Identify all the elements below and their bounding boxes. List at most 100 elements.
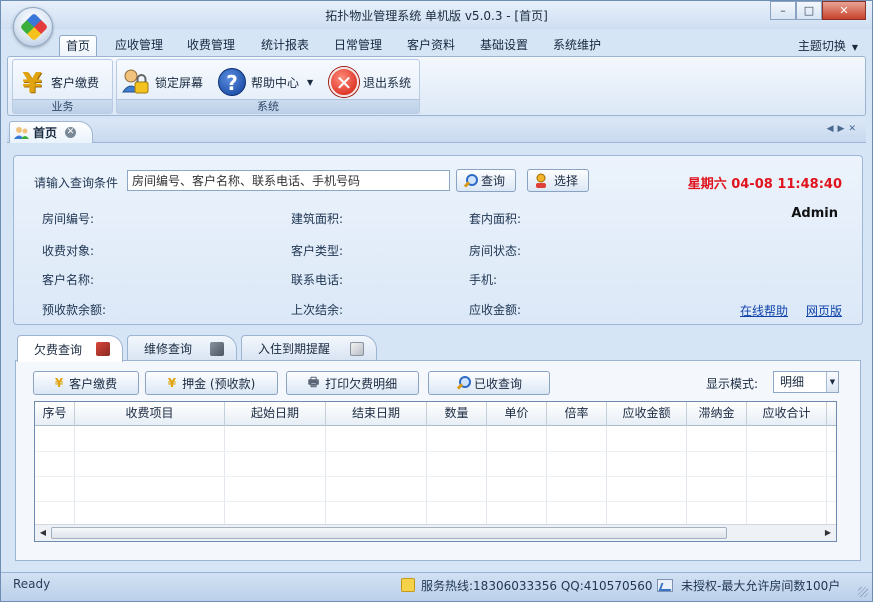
- chevron-down-icon: ▼: [851, 43, 858, 52]
- current-user: Admin: [791, 206, 838, 221]
- column-header[interactable]: 起始日期: [225, 402, 326, 426]
- chart-icon: [657, 578, 673, 592]
- customer-pay-button[interactable]: ¥ 客户缴费: [33, 371, 139, 395]
- display-mode-select[interactable]: 明细 ▼: [773, 371, 839, 393]
- search-input[interactable]: [127, 170, 450, 191]
- column-header[interactable]: 滞纳金: [687, 402, 747, 426]
- lock-screen-label: 锁定屏幕: [155, 75, 204, 90]
- menu-tab-reports[interactable]: 统计报表: [255, 35, 315, 57]
- menu-tab-maintenance[interactable]: 系统维护: [547, 35, 607, 57]
- receivable-label: 应收金额:: [469, 303, 522, 317]
- arrears-grid: 序号 收费项目 起始日期 结束日期 数量 单价 倍率 应收金额 滞纳金 应收合计: [34, 401, 837, 542]
- tab-scroll-arrows[interactable]: ◀▶✕: [827, 124, 860, 134]
- lock-screen-button[interactable]: 锁定屏幕: [121, 64, 203, 100]
- doc-tab-home[interactable]: 首页 ✕: [9, 121, 93, 143]
- deposit-button-label: 押金 (预收款): [182, 376, 256, 391]
- print-arrears-button[interactable]: 🖶 打印欠费明细: [286, 371, 419, 395]
- select-button[interactable]: 选择: [527, 169, 590, 192]
- collected-query-label: 已收查询: [473, 376, 522, 391]
- menu-tab-settings[interactable]: 基础设置: [474, 35, 534, 57]
- column-header[interactable]: 序号: [35, 402, 75, 426]
- customer-pay-label: 客户缴费: [51, 75, 100, 90]
- current-datetime: 星期六 04-08 11:48:40: [687, 177, 842, 192]
- home-users-icon: [14, 126, 30, 140]
- column-header[interactable]: 单价: [487, 402, 547, 426]
- exit-icon: ✕: [329, 67, 359, 97]
- menu-tab-receivable[interactable]: 应收管理: [109, 35, 169, 57]
- column-header[interactable]: 数量: [427, 402, 487, 426]
- ribbon: ¥ 客户缴费 业务 锁定屏幕 ? 帮助中心 ▼ ✕ 退出系统 系统: [7, 56, 866, 116]
- online-help-link[interactable]: 在线帮助: [740, 302, 788, 319]
- license-text: 未授权-最大允许房间数100户: [681, 578, 841, 593]
- query-label: 请输入查询条件: [34, 176, 119, 190]
- last-balance-label: 上次结余:: [291, 303, 344, 317]
- tab-checkin-label: 入住到期提醒: [258, 342, 331, 356]
- scroll-left-icon[interactable]: ◀: [37, 527, 49, 539]
- room-no-label: 房间编号:: [42, 212, 95, 226]
- column-header[interactable]: 应收金额: [607, 402, 687, 426]
- deposit-button[interactable]: ¥ 押金 (预收款): [145, 371, 278, 395]
- calendar-clock-icon: [350, 342, 364, 356]
- prepaid-balance-label: 预收款余额:: [42, 303, 107, 317]
- column-header[interactable]: 倍率: [547, 402, 607, 426]
- theme-switch-menu[interactable]: 主题切换 ▼: [798, 37, 858, 54]
- theme-switch-label: 主题切换: [797, 39, 846, 53]
- customer-name-label: 客户名称:: [42, 273, 95, 287]
- arrears-query-panel: ¥ 客户缴费 ¥ 押金 (预收款) 🖶 打印欠费明细 已收查询 显示模式: 明细…: [15, 360, 861, 561]
- close-button[interactable]: ✕: [822, 1, 866, 20]
- help-center-label: 帮助中心: [251, 75, 300, 90]
- exit-system-button[interactable]: ✕ 退出系统: [329, 64, 411, 100]
- menu-tab-daily[interactable]: 日常管理: [328, 35, 388, 57]
- status-hotline: 服务热线:18306033356 QQ:410570560: [401, 575, 653, 595]
- group-label-business: 业务: [13, 99, 112, 113]
- room-status-label: 房间状态:: [469, 244, 522, 258]
- customer-pay-ribbon-button[interactable]: ¥ 客户缴费: [17, 64, 99, 100]
- select-button-label: 选择: [554, 174, 579, 188]
- minimize-button[interactable]: –: [770, 1, 796, 20]
- help-center-button[interactable]: ? 帮助中心 ▼: [217, 64, 313, 100]
- app-menu-button[interactable]: [13, 7, 53, 47]
- menu-tab-customers[interactable]: 客户资料: [401, 35, 461, 57]
- table-row: [35, 476, 836, 477]
- collected-query-button[interactable]: 已收查询: [428, 371, 550, 395]
- build-area-label: 建筑面积:: [291, 212, 344, 226]
- status-bar: Ready 服务热线:18306033356 QQ:410570560 未授权-…: [1, 572, 872, 601]
- inner-area-label: 套内面积:: [469, 212, 522, 226]
- resize-grip-icon[interactable]: [858, 587, 868, 597]
- yen-icon: ¥: [54, 376, 64, 390]
- menu-bar: 首页 应收管理 收费管理 统计报表 日常管理 客户资料 基础设置 系统维护 主题…: [1, 32, 872, 57]
- search-icon: [456, 376, 471, 390]
- status-license: 未授权-最大允许房间数100户: [657, 575, 840, 595]
- close-tab-icon[interactable]: ✕: [65, 127, 77, 138]
- phone-label: 联系电话:: [291, 273, 344, 287]
- tab-arrears-query[interactable]: 欠费查询: [17, 335, 123, 362]
- maximize-button[interactable]: □: [796, 1, 822, 20]
- customer-pay-button-label: 客户缴费: [69, 376, 118, 391]
- gears-icon: [210, 342, 224, 356]
- column-header[interactable]: 应收合计: [747, 402, 827, 426]
- tab-repair-query[interactable]: 维修查询: [127, 335, 237, 361]
- column-header[interactable]: 结束日期: [326, 402, 427, 426]
- group-label-system: 系统: [117, 99, 419, 113]
- menu-tab-charges[interactable]: 收费管理: [181, 35, 241, 57]
- customer-info-panel: 请输入查询条件 查询 选择 星期六 04-08 11:48:40 Admin 房…: [13, 155, 863, 325]
- lock-users-icon: [121, 67, 151, 97]
- web-version-link[interactable]: 网页版: [806, 302, 842, 319]
- search-button[interactable]: 查询: [456, 169, 517, 192]
- doc-tab-label: 首页: [33, 126, 58, 140]
- column-header[interactable]: 收费项目: [75, 402, 225, 426]
- help-icon: ?: [217, 67, 247, 97]
- horizontal-scrollbar[interactable]: ◀ ▶: [35, 524, 836, 541]
- tab-checkin-expiry[interactable]: 入住到期提醒: [241, 335, 377, 361]
- search-button-label: 查询: [481, 174, 506, 188]
- note-icon: [401, 578, 415, 592]
- scrollbar-thumb[interactable]: [51, 527, 727, 539]
- printer-icon: 🖶: [307, 374, 320, 389]
- menu-tab-home[interactable]: 首页: [59, 35, 98, 57]
- table-row: [35, 501, 836, 502]
- exit-system-label: 退出系统: [363, 75, 412, 90]
- window-controls: – □ ✕: [770, 1, 866, 20]
- app-window: 拓扑物业管理系统 单机版 v5.0.3 - [首页] – □ ✕ 首页 应收管理…: [0, 0, 873, 602]
- scroll-right-icon[interactable]: ▶: [822, 527, 834, 539]
- title-bar: 拓扑物业管理系统 单机版 v5.0.3 - [首页] – □ ✕: [1, 1, 872, 29]
